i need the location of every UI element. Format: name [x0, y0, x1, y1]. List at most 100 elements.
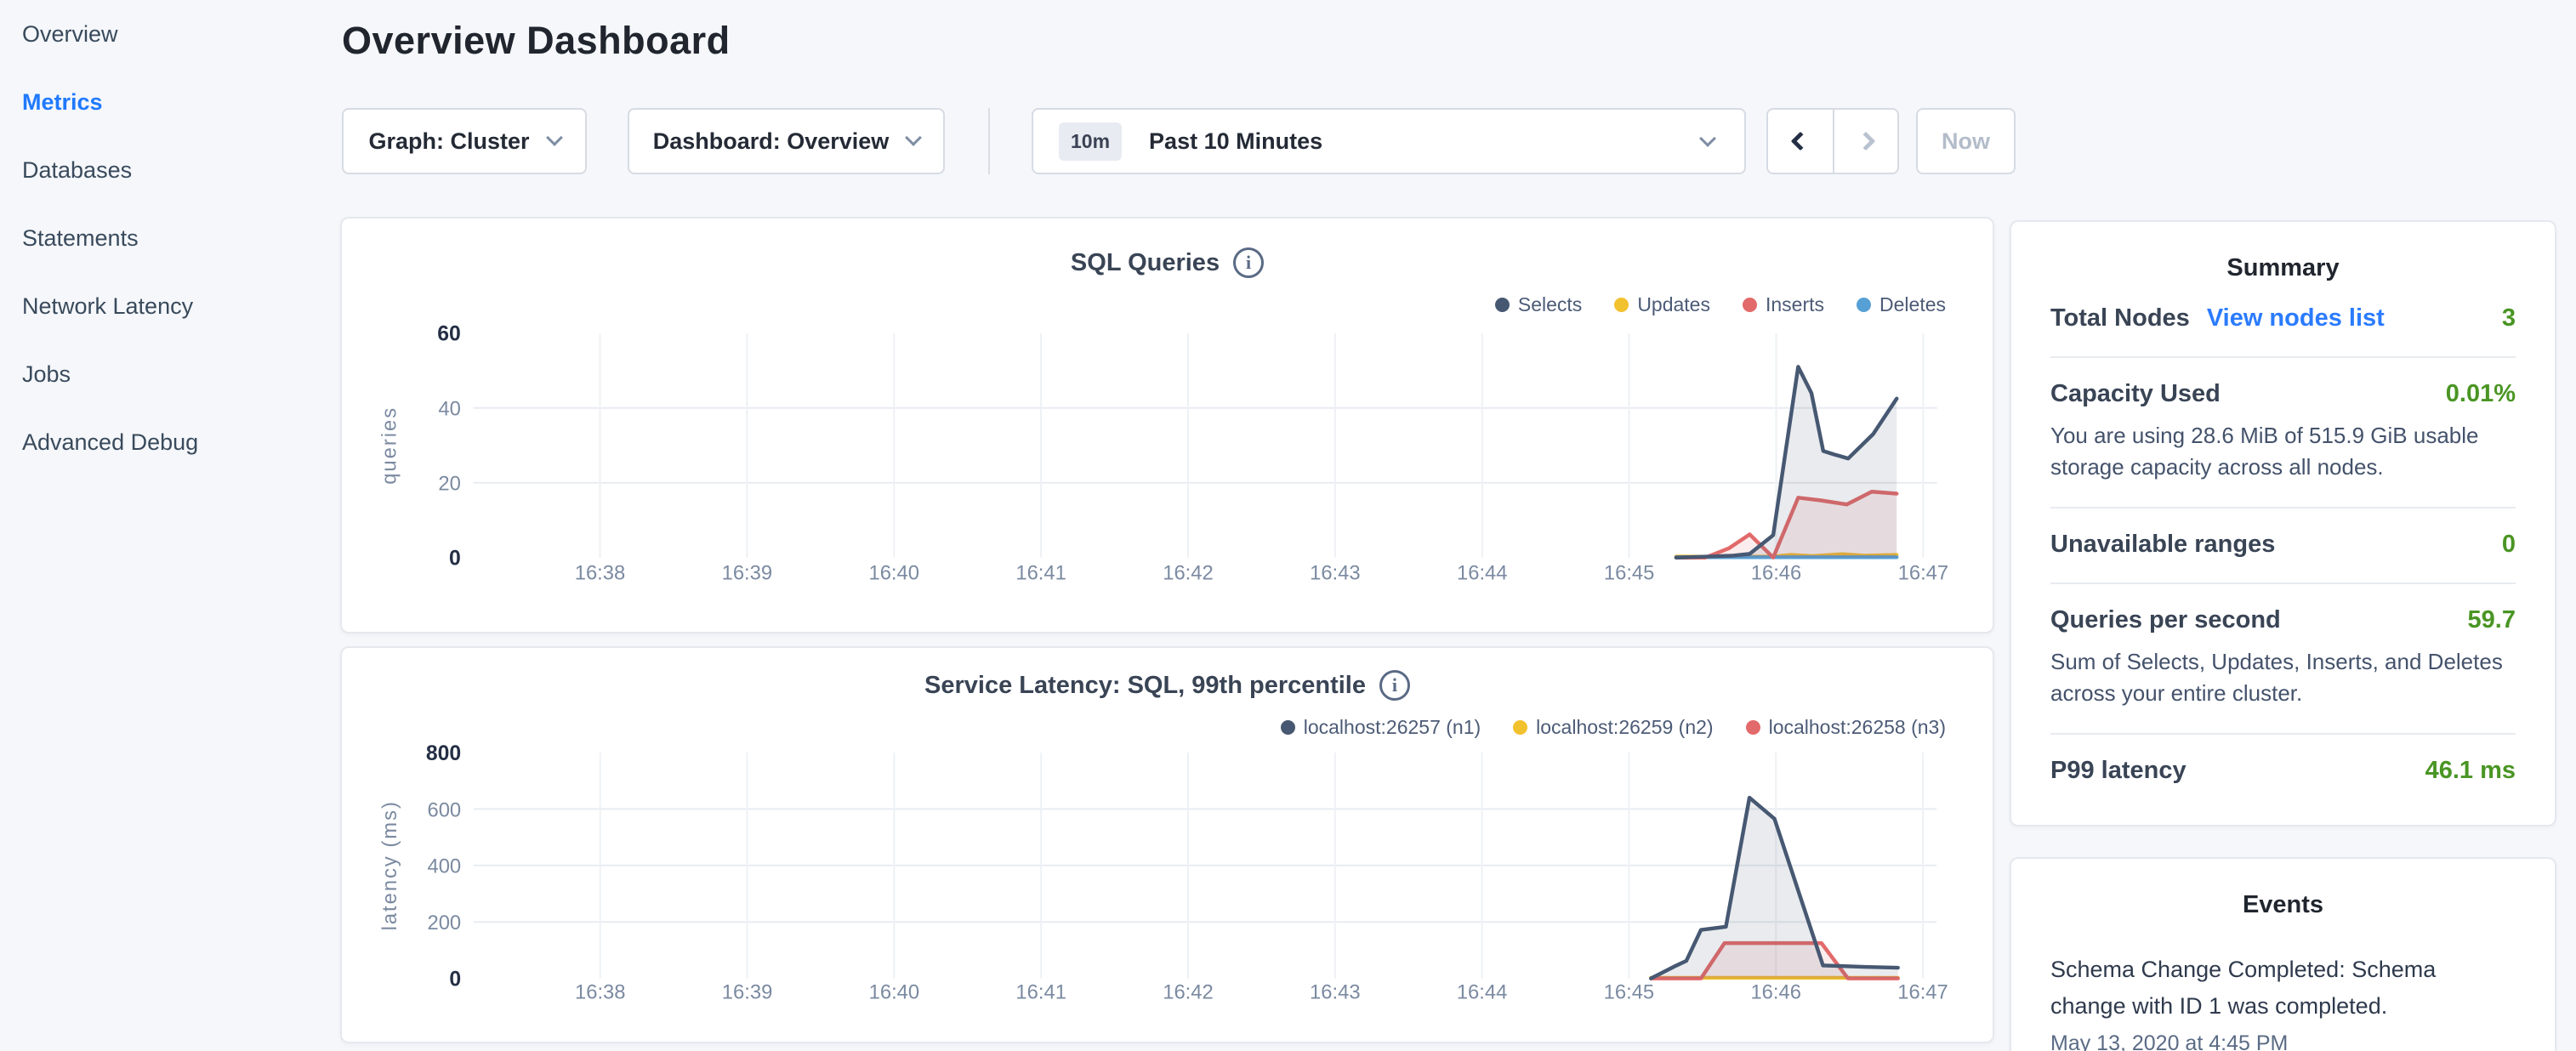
time-range-badge: 10m: [1059, 122, 1122, 161]
info-icon[interactable]: i: [1233, 247, 1264, 278]
svg-text:16:38: 16:38: [575, 980, 626, 1003]
chart-title-row: SQL Queries i: [342, 247, 1993, 278]
svg-text:16:40: 16:40: [869, 980, 920, 1003]
time-nav-group: [1766, 108, 1899, 174]
stat-description: Sum of Selects, Updates, Inserts, and De…: [2050, 646, 2516, 709]
view-nodes-list-link[interactable]: View nodes list: [2207, 304, 2385, 332]
legend-item: localhost:26259 (n2): [1513, 716, 1713, 739]
summary-panel: Summary Total Nodes View nodes list 3 Ca…: [2010, 220, 2556, 827]
legend-item: Updates: [1614, 293, 1710, 316]
svg-text:16:38: 16:38: [575, 562, 626, 585]
chevron-down-icon: [546, 129, 563, 146]
stat-label: Queries per second: [2050, 606, 2281, 634]
svg-text:16:41: 16:41: [1015, 980, 1066, 1003]
svg-text:16:40: 16:40: [868, 562, 919, 585]
time-range-dropdown[interactable]: 10m Past 10 Minutes: [1032, 108, 1746, 174]
svg-text:queries: queries: [378, 406, 401, 485]
prev-range-button[interactable]: [1768, 110, 1833, 173]
stat-description: You are using 28.6 MiB of 515.9 GiB usab…: [2050, 420, 2516, 483]
chart-legend: Selects Updates Inserts Deletes: [1495, 293, 1946, 316]
chevron-down-icon: [1699, 130, 1716, 147]
svg-text:60: 60: [437, 323, 461, 346]
svg-text:16:43: 16:43: [1310, 980, 1361, 1003]
sidebar-item-advanced-debug[interactable]: Advanced Debug: [0, 408, 340, 476]
svg-text:16:41: 16:41: [1015, 562, 1066, 585]
graph-scope-dropdown[interactable]: Graph: Cluster: [342, 108, 587, 174]
page-title: Overview Dashboard: [342, 19, 731, 63]
legend-dot-icon: [1743, 298, 1757, 312]
sidebar-item-databases[interactable]: Databases: [0, 136, 340, 204]
stat-p99-latency: P99 latency 46.1 ms: [2050, 735, 2516, 809]
event-timestamp: May 13, 2020 at 4:45 PM: [2050, 1031, 2516, 1051]
legend-item: localhost:26257 (n1): [1281, 716, 1481, 739]
sidebar-item-overview[interactable]: Overview: [0, 0, 340, 68]
legend-item: Inserts: [1743, 293, 1824, 316]
stat-value: 46.1 ms: [2425, 757, 2516, 785]
stat-capacity-used: Capacity Used 0.01% You are using 28.6 M…: [2050, 358, 2516, 508]
svg-text:16:46: 16:46: [1750, 980, 1801, 1003]
toolbar-divider: [988, 108, 990, 174]
chart-title-row: Service Latency: SQL, 99th percentile i: [342, 670, 1993, 701]
svg-text:16:42: 16:42: [1163, 980, 1214, 1003]
legend-dot-icon: [1495, 298, 1510, 312]
summary-title: Summary: [2050, 254, 2516, 282]
stat-value: 59.7: [2468, 606, 2516, 634]
dashboard-label: Dashboard: Overview: [653, 128, 890, 155]
svg-text:16:43: 16:43: [1310, 562, 1361, 585]
legend-item: localhost:26258 (n3): [1746, 716, 1946, 739]
chart-title: SQL Queries: [1071, 249, 1220, 277]
svg-text:0: 0: [449, 548, 461, 571]
svg-text:16:45: 16:45: [1604, 980, 1655, 1003]
dashboard-dropdown[interactable]: Dashboard: Overview: [628, 108, 945, 174]
svg-text:16:47: 16:47: [1898, 562, 1949, 585]
stat-value: 3: [2502, 304, 2516, 332]
sql-queries-card: 16:3816:3916:4016:4116:4216:4316:4416:45…: [340, 217, 1994, 633]
svg-text:800: 800: [426, 742, 461, 765]
legend-dot-icon: [1281, 720, 1295, 735]
sidebar-item-jobs[interactable]: Jobs: [0, 340, 340, 408]
svg-text:16:39: 16:39: [722, 562, 773, 585]
chart-legend: localhost:26257 (n1) localhost:26259 (n2)…: [1281, 716, 1946, 739]
chevron-left-icon: [1791, 132, 1811, 151]
events-title: Events: [2050, 891, 2516, 919]
chart-title: Service Latency: SQL, 99th percentile: [924, 672, 1366, 700]
chevron-down-icon: [905, 129, 922, 146]
svg-text:20: 20: [438, 473, 460, 496]
graph-scope-label: Graph: Cluster: [368, 128, 529, 155]
time-range-label: Past 10 Minutes: [1149, 128, 1322, 155]
sql-queries-chart[interactable]: 16:3816:3916:4016:4116:4216:4316:4416:45…: [342, 219, 1993, 632]
service-latency-card: 16:38 16:39 16:40 16:41 16:42 16:43 16:44 16:45…: [340, 646, 1994, 1043]
stat-label: Capacity Used: [2050, 380, 2221, 408]
sidebar-item-network-latency[interactable]: Network Latency: [0, 272, 340, 340]
sidebar-item-statements[interactable]: Statements: [0, 204, 340, 272]
svg-text:16:45: 16:45: [1604, 562, 1655, 585]
stat-label: Unavailable ranges: [2050, 531, 2275, 559]
svg-text:40: 40: [438, 398, 460, 421]
stat-unavailable-ranges: Unavailable ranges 0: [2050, 508, 2516, 584]
sidebar-item-metrics[interactable]: Metrics: [0, 68, 340, 136]
stat-label: P99 latency: [2050, 757, 2186, 785]
chevron-right-icon: [1857, 132, 1876, 151]
svg-text:16:44: 16:44: [1457, 980, 1508, 1003]
legend-item: Deletes: [1857, 293, 1946, 316]
svg-text:600: 600: [427, 798, 461, 821]
legend-dot-icon: [1857, 298, 1871, 312]
svg-text:16:44: 16:44: [1457, 562, 1508, 585]
event-text: Schema Change Completed: Schema change w…: [2050, 952, 2450, 1025]
event-list-item[interactable]: Schema Change Completed: Schema change w…: [2050, 952, 2516, 1051]
svg-text:200: 200: [427, 912, 461, 935]
legend-dot-icon: [1513, 720, 1527, 735]
service-latency-chart[interactable]: 16:38 16:39 16:40 16:41 16:42 16:43 16:44 16:45…: [342, 648, 1993, 1042]
svg-text:16:46: 16:46: [1751, 562, 1802, 585]
now-button[interactable]: Now: [1916, 108, 2016, 174]
legend-item: Selects: [1495, 293, 1582, 316]
svg-text:0: 0: [449, 969, 461, 991]
stat-value: 0.01%: [2446, 380, 2516, 408]
sidebar: Overview Metrics Databases Statements Ne…: [0, 0, 340, 1051]
stat-queries-per-second: Queries per second 59.7 Sum of Selects, …: [2050, 584, 2516, 735]
info-icon[interactable]: i: [1379, 670, 1410, 701]
svg-text:latency (ms): latency (ms): [378, 800, 401, 930]
next-range-button[interactable]: [1833, 110, 1897, 173]
svg-text:16:39: 16:39: [722, 980, 773, 1003]
stat-label: Total Nodes: [2050, 304, 2190, 332]
